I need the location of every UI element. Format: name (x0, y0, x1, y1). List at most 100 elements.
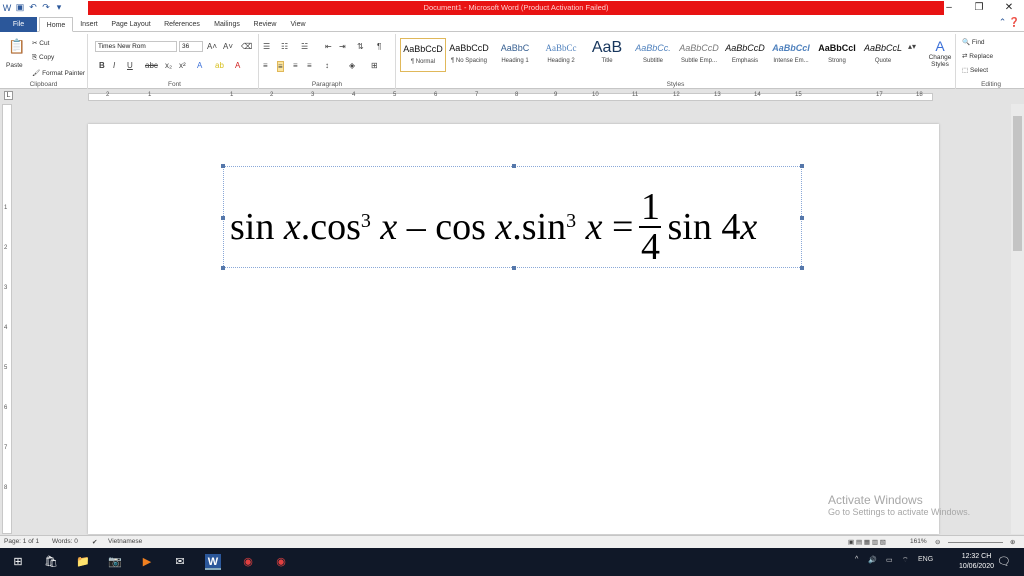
document-page[interactable]: sin x .cos 3 x – cos x .sin 3 x = 1 4 sin 4x (88, 124, 939, 534)
grow-font-icon[interactable]: A˄ (207, 42, 217, 51)
start-icon[interactable]: ⊞ (10, 554, 26, 570)
sort-icon[interactable]: ⇅ (357, 42, 364, 51)
borders-icon[interactable]: ⊞ (371, 61, 378, 70)
help-icon[interactable]: ⌃ ❓ (999, 17, 1020, 28)
style-strong[interactable]: AaBbCcI Strong (814, 38, 860, 72)
font-size-field[interactable]: 36 (179, 41, 203, 52)
media-player-icon[interactable]: ▶ (139, 554, 155, 570)
input-language[interactable]: ENG (918, 556, 933, 563)
copy-button[interactable]: ⎘ Copy (32, 54, 54, 62)
style-no-spacing[interactable]: AaBbCcD ¶ No Spacing (446, 38, 492, 72)
tab-review[interactable]: Review (248, 17, 282, 32)
resize-handle[interactable] (800, 266, 804, 270)
undo-icon[interactable]: ↶ (28, 2, 38, 13)
tab-insert[interactable]: Insert (74, 17, 104, 32)
zoom-out-icon[interactable]: ⊖ (935, 538, 940, 546)
language-indicator[interactable]: Vietnamese (108, 538, 142, 545)
notification-icon[interactable]: 🗨 (996, 554, 1012, 570)
style-heading-1[interactable]: AaBbC Heading 1 (492, 38, 538, 72)
bullets-icon[interactable]: ☰ (263, 42, 270, 51)
decrease-indent-icon[interactable]: ⇤ (325, 42, 332, 51)
style-emphasis[interactable]: AaBbCcD Emphasis (722, 38, 768, 72)
store-icon[interactable]: 🛍 (43, 554, 59, 570)
tab-references[interactable]: References (158, 17, 206, 32)
find-button[interactable]: 🔍 Find (962, 38, 985, 46)
font-name-field[interactable]: Times New Rom (95, 41, 177, 52)
style-subtle-emphasis[interactable]: AaBbCcD Subtle Emp... (676, 38, 722, 72)
align-center-icon[interactable]: ≡ (277, 61, 284, 72)
text-effects-icon[interactable]: A (197, 61, 202, 70)
style-subtitle[interactable]: AaBbCc. Subtitle (630, 38, 676, 72)
save-icon[interactable]: ▣ (15, 2, 25, 13)
resize-handle[interactable] (221, 266, 225, 270)
file-explorer-icon[interactable]: 📁 (75, 554, 91, 570)
align-right-icon[interactable]: ≡ (293, 61, 298, 70)
multilevel-list-icon[interactable]: ☱ (301, 42, 308, 51)
superscript-icon[interactable]: x² (179, 61, 186, 70)
tab-page-layout[interactable]: Page Layout (106, 17, 156, 32)
word-count[interactable]: Words: 0 (52, 538, 78, 545)
change-styles-button[interactable]: A Change Styles (926, 38, 954, 68)
word-taskbar-icon[interactable]: W (205, 554, 221, 570)
vertical-scrollbar[interactable] (1011, 104, 1024, 534)
redo-icon[interactable]: ↷ (41, 2, 51, 13)
zoom-in-icon[interactable]: ⊕ (1010, 538, 1015, 546)
tab-file[interactable]: File (0, 17, 37, 32)
tab-view[interactable]: View (284, 17, 312, 32)
proofing-icon[interactable]: ✔ (92, 538, 97, 546)
resize-handle[interactable] (800, 164, 804, 168)
shading-icon[interactable]: ◈ (349, 61, 355, 70)
italic-icon[interactable]: I (113, 61, 115, 70)
zoom-level[interactable]: 161% (910, 538, 927, 545)
align-left-icon[interactable]: ≡ (263, 61, 268, 70)
strikethrough-icon[interactable]: abc (145, 61, 158, 70)
justify-icon[interactable]: ≡ (307, 61, 312, 70)
style-intense-emphasis[interactable]: AaBbCcI Intense Em... (768, 38, 814, 72)
tab-selector-icon[interactable]: L (4, 91, 13, 100)
style-title[interactable]: AaB Title (584, 38, 630, 72)
line-spacing-icon[interactable]: ↕ (325, 61, 329, 70)
view-buttons[interactable]: ▣ ▤ ▦ ▥ ▧ (848, 538, 886, 546)
resize-handle[interactable] (800, 216, 804, 220)
styles-scroll-icon[interactable]: ▴▾ (908, 42, 916, 51)
highlight-icon[interactable]: ab (215, 61, 224, 70)
minimize-button[interactable]: – (934, 0, 964, 15)
style-quote[interactable]: AaBbCcL Quote (860, 38, 906, 72)
clock[interactable]: 12:32 CH 10/06/2020 (959, 552, 994, 572)
zoom-slider[interactable] (948, 542, 1003, 543)
scrollbar-thumb[interactable] (1013, 116, 1022, 251)
clear-format-icon[interactable]: ⌫ (241, 42, 252, 51)
volume-icon[interactable]: 🔊 (868, 556, 877, 564)
paste-button[interactable]: Paste (6, 62, 23, 69)
select-button[interactable]: ⬚ Select (962, 66, 988, 74)
tab-mailings[interactable]: Mailings (208, 17, 246, 32)
chrome-alt-icon[interactable]: ◉ (273, 554, 289, 570)
horizontal-ruler[interactable]: L 2 1 1 2 3 4 5 6 7 8 9 10 11 12 13 14 1… (0, 89, 1024, 103)
show-formatting-icon[interactable]: ¶ (377, 42, 381, 51)
equation-object[interactable]: sin x .cos 3 x – cos x .sin 3 x = 1 4 sin 4x (221, 164, 804, 270)
format-painter-button[interactable]: 🖌 Format Painter (32, 69, 85, 77)
resize-handle[interactable] (512, 164, 516, 168)
resize-handle[interactable] (221, 164, 225, 168)
tab-home[interactable]: Home (39, 17, 73, 32)
close-button[interactable]: ✕ (994, 0, 1024, 15)
font-color-icon[interactable]: A (235, 61, 240, 70)
camera-icon[interactable]: 📷 (107, 554, 123, 570)
vertical-ruler[interactable]: 1 2 3 4 5 6 7 8 (2, 104, 12, 534)
page-count[interactable]: Page: 1 of 1 (4, 538, 39, 545)
bold-icon[interactable]: B (99, 61, 105, 70)
paste-icon[interactable]: 📋 (8, 38, 25, 55)
restore-button[interactable]: ❐ (964, 0, 994, 15)
style-heading-2[interactable]: AaBbCc Heading 2 (538, 38, 584, 72)
numbering-icon[interactable]: ☷ (281, 42, 288, 51)
cut-button[interactable]: ✂ Cut (32, 39, 49, 47)
customize-icon[interactable]: ▾ (54, 2, 64, 13)
increase-indent-icon[interactable]: ⇥ (339, 42, 346, 51)
mail-icon[interactable]: ✉ (172, 554, 188, 570)
style-normal[interactable]: AaBbCcD ¶ Normal (400, 38, 446, 72)
underline-icon[interactable]: U (127, 61, 133, 70)
replace-button[interactable]: ⇄ Replace (962, 52, 993, 60)
tray-chevron-icon[interactable]: ^ (855, 556, 858, 563)
resize-handle[interactable] (221, 216, 225, 220)
subscript-icon[interactable]: x₂ (165, 61, 172, 70)
